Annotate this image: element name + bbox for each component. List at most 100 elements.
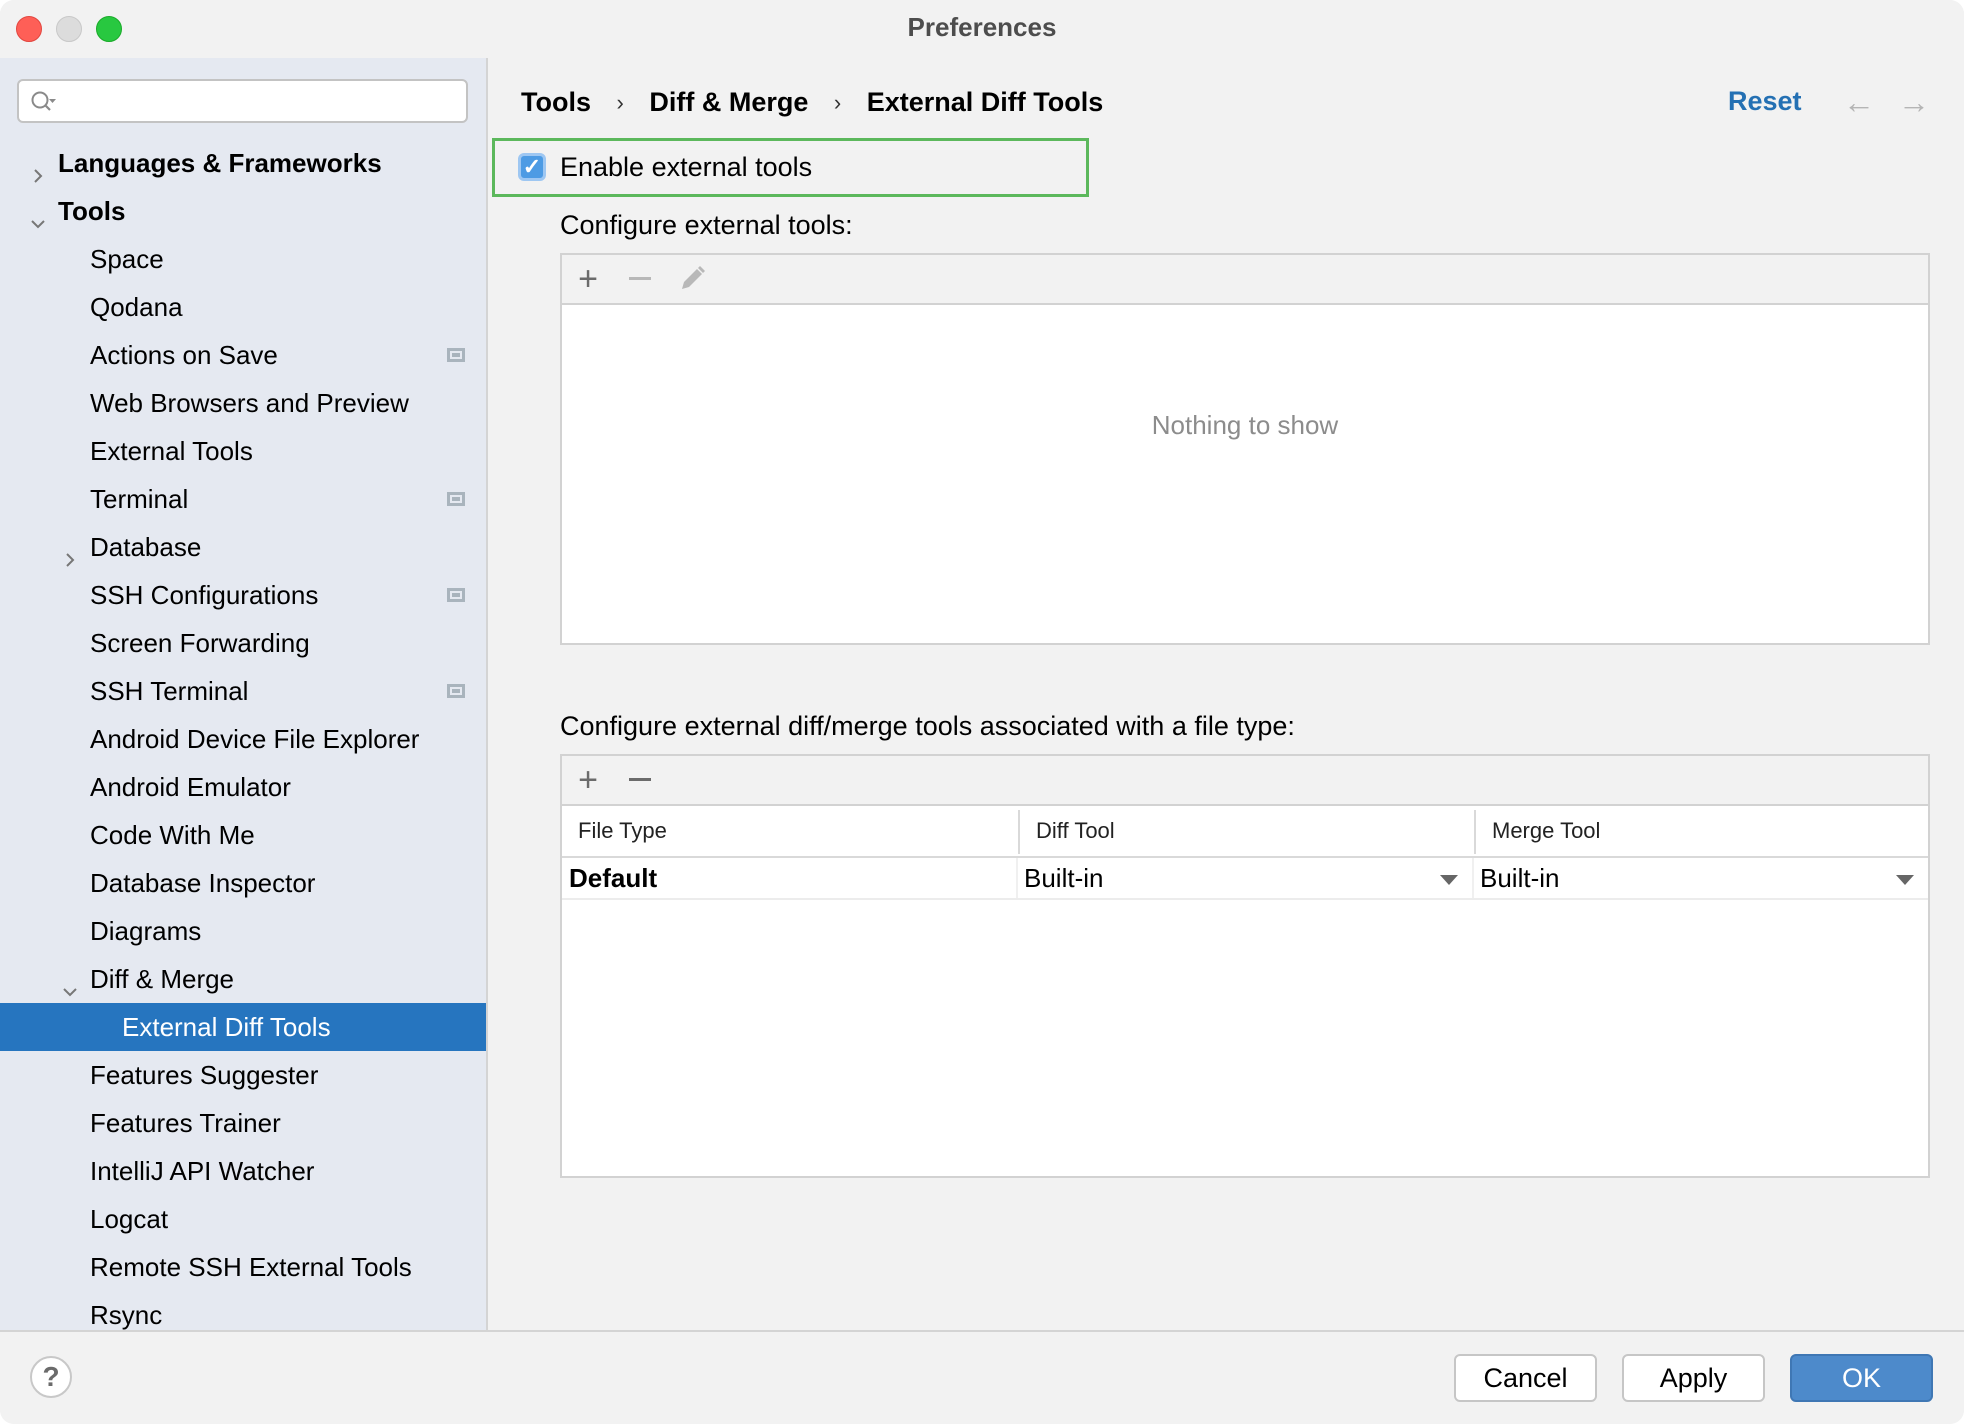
sidebar-item[interactable]: Languages & Frameworks xyxy=(0,139,486,187)
breadcrumb-separator: › xyxy=(833,89,842,115)
sidebar-item[interactable]: SSH Configurations xyxy=(0,571,486,619)
column-header-file-type[interactable]: File Type xyxy=(562,806,1018,856)
enable-external-tools-checkbox[interactable]: ✓ xyxy=(518,153,546,181)
help-button[interactable]: ? xyxy=(30,1356,72,1398)
sidebar-item-label: Android Emulator xyxy=(90,772,291,802)
project-level-settings-icon xyxy=(447,492,465,506)
sidebar-item-label: Space xyxy=(90,244,164,274)
table-row[interactable]: Default Built-in Built-in xyxy=(562,858,1928,900)
sidebar-item[interactable]: Database xyxy=(0,523,486,571)
sidebar-item[interactable]: Code With Me xyxy=(0,811,486,859)
apply-button[interactable]: Apply xyxy=(1622,1354,1765,1402)
sidebar-item-label: Languages & Frameworks xyxy=(58,148,382,178)
sidebar-item[interactable]: Remote SSH External Tools xyxy=(0,1243,486,1291)
sidebar-item-label: External Tools xyxy=(90,436,253,466)
breadcrumb: Tools › Diff & Merge › External Diff Too… xyxy=(521,86,1103,118)
sidebar-item-label: Features Suggester xyxy=(90,1060,319,1090)
configure-external-tools-label: Configure external tools: xyxy=(560,210,853,240)
sidebar-item-label: Screen Forwarding xyxy=(90,628,310,658)
sidebar-item-label: Diagrams xyxy=(90,916,202,946)
remove-icon[interactable] xyxy=(620,255,660,303)
project-level-settings-icon xyxy=(447,348,465,362)
chevron-down-icon[interactable] xyxy=(28,201,48,229)
add-icon[interactable]: + xyxy=(568,255,608,303)
sidebar-item[interactable]: IntelliJ API Watcher xyxy=(0,1147,486,1195)
reset-link[interactable]: Reset xyxy=(1728,86,1802,117)
sidebar-item-label: SSH Terminal xyxy=(90,676,249,706)
back-arrow-icon[interactable]: ← xyxy=(1843,84,1875,121)
external-tools-list[interactable]: + Nothing to show xyxy=(560,253,1930,645)
sidebar-item-label: Qodana xyxy=(90,292,183,322)
breadcrumb-item[interactable]: Tools xyxy=(521,87,591,118)
settings-search-input[interactable] xyxy=(17,79,468,123)
sidebar-item[interactable]: Android Emulator xyxy=(0,763,486,811)
sidebar-item[interactable]: Space xyxy=(0,235,486,283)
diff-tool-dropdown-arrow-icon[interactable] xyxy=(1440,875,1458,885)
sidebar-item[interactable]: Diff & Merge xyxy=(0,955,486,1003)
add-icon[interactable]: + xyxy=(568,756,608,804)
sidebar-item[interactable]: External Tools xyxy=(0,427,486,475)
sidebar-item[interactable]: Diagrams xyxy=(0,907,486,955)
ok-button[interactable]: OK xyxy=(1790,1354,1933,1402)
dialog-footer: ? Cancel Apply OK xyxy=(0,1330,1964,1424)
sidebar-item-label: Remote SSH External Tools xyxy=(90,1252,412,1282)
breadcrumb-item: External Diff Tools xyxy=(866,87,1104,118)
sidebar-item[interactable]: Rsync xyxy=(0,1291,486,1330)
column-divider[interactable] xyxy=(1474,810,1476,854)
edit-pencil-icon[interactable] xyxy=(672,255,712,303)
sidebar-item-label: Code With Me xyxy=(90,820,255,850)
sidebar-item-label: Database xyxy=(90,532,202,562)
sidebar-item-label: Actions on Save xyxy=(90,340,278,370)
configure-filetype-tools-label: Configure external diff/merge tools asso… xyxy=(560,711,1295,741)
sidebar-item[interactable]: Features Trainer xyxy=(0,1099,486,1147)
cell-divider xyxy=(1472,858,1474,898)
sidebar-item[interactable]: Tools xyxy=(0,187,486,235)
breadcrumb-separator: › xyxy=(616,89,624,115)
title-bar: Preferences xyxy=(0,0,1964,58)
sidebar-item-label: Android Device File Explorer xyxy=(90,724,420,754)
sidebar-item[interactable]: Screen Forwarding xyxy=(0,619,486,667)
sidebar-item[interactable]: SSH Terminal xyxy=(0,667,486,715)
column-header-diff-tool[interactable]: Diff Tool xyxy=(1020,806,1474,856)
sidebar-item-label: Diff & Merge xyxy=(90,964,235,994)
filetype-tools-table: + File Type Diff Tool Merge Tool Default… xyxy=(560,754,1930,1178)
filetype-tools-toolbar: + xyxy=(562,756,1928,806)
diff-tool-select[interactable]: Built-in xyxy=(1024,858,1464,898)
cancel-button[interactable]: Cancel xyxy=(1454,1354,1597,1402)
sidebar-item-label: Database Inspector xyxy=(90,868,316,898)
chevron-right-icon[interactable] xyxy=(60,537,80,567)
sidebar-item[interactable]: Actions on Save xyxy=(0,331,486,379)
sidebar-item[interactable]: Qodana xyxy=(0,283,486,331)
chevron-right-icon[interactable] xyxy=(28,153,48,183)
sidebar-item-label: IntelliJ API Watcher xyxy=(90,1156,315,1186)
sidebar-item[interactable]: Web Browsers and Preview xyxy=(0,379,486,427)
sidebar-item-label: Terminal xyxy=(90,484,189,514)
column-divider[interactable] xyxy=(1018,810,1020,854)
project-level-settings-icon xyxy=(447,684,465,698)
window-title: Preferences xyxy=(907,12,1057,42)
sidebar-item[interactable]: External Diff Tools xyxy=(0,1003,486,1051)
sidebar-item[interactable]: Features Suggester xyxy=(0,1051,486,1099)
breadcrumb-item[interactable]: Diff & Merge xyxy=(649,87,808,118)
sidebar-item-label: Rsync xyxy=(90,1300,163,1330)
project-level-settings-icon xyxy=(447,588,465,602)
remove-icon[interactable] xyxy=(620,756,660,804)
forward-arrow-icon[interactable]: → xyxy=(1898,84,1930,121)
sidebar-item-label: Features Trainer xyxy=(90,1108,281,1138)
sidebar-item-label: Logcat xyxy=(90,1204,169,1234)
external-tools-toolbar: + xyxy=(562,255,1928,305)
settings-sidebar: Languages & Frameworks Tools Space Qodana Ac… xyxy=(0,58,488,1330)
merge-tool-dropdown-arrow-icon[interactable] xyxy=(1896,875,1914,885)
sidebar-item[interactable]: Android Device File Explorer xyxy=(0,715,486,763)
sidebar-item[interactable]: Logcat xyxy=(0,1195,486,1243)
sidebar-item[interactable]: Database Inspector xyxy=(0,859,486,907)
chevron-down-icon[interactable] xyxy=(60,969,80,997)
empty-list-text: Nothing to show xyxy=(1151,410,1339,440)
file-type-cell: Default xyxy=(569,863,658,893)
enable-external-tools-label[interactable]: Enable external tools xyxy=(560,152,812,183)
sidebar-item[interactable]: Terminal xyxy=(0,475,486,523)
column-header-merge-tool[interactable]: Merge Tool xyxy=(1476,806,1928,856)
sidebar-item-label: Tools xyxy=(58,196,126,226)
settings-content: Tools › Diff & Merge › External Diff Too… xyxy=(488,58,1964,1330)
merge-tool-select[interactable]: Built-in xyxy=(1480,858,1910,898)
